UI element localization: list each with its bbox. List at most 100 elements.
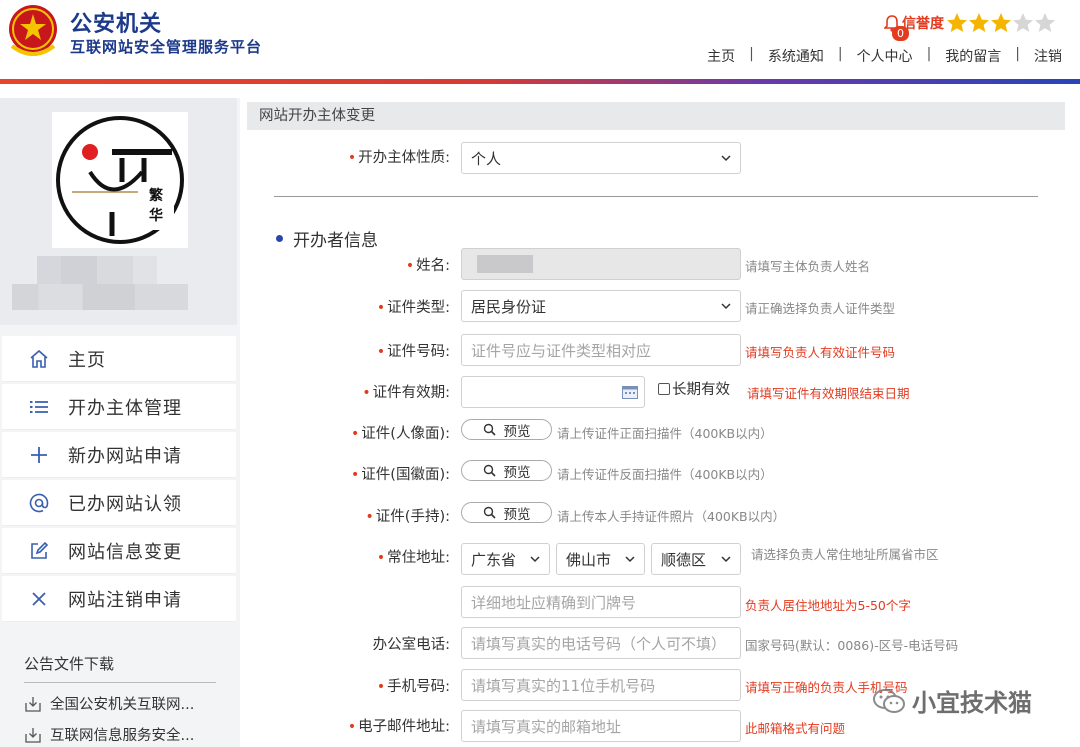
chevron-down-icon xyxy=(625,556,635,563)
id-back-label: • 证件(国徽面): xyxy=(351,467,450,483)
id-hand-hint: 请上传本人手持证件照片（400KB以内） xyxy=(557,509,786,524)
notification-badge: 0 xyxy=(892,26,909,41)
brand-subtitle: 互联网站安全管理服务平台 xyxy=(70,38,263,56)
search-icon xyxy=(483,506,496,519)
sidebar-item[interactable]: 主页 xyxy=(2,336,236,382)
id-front-preview-button[interactable]: 预览 xyxy=(461,419,552,440)
name-hint: 请填写主体负责人姓名 xyxy=(745,259,871,274)
download-label: 全国公安机关互联网... xyxy=(50,697,195,713)
chevron-down-icon xyxy=(721,556,731,563)
edit-icon xyxy=(27,541,51,561)
list-icon xyxy=(27,397,51,417)
blurred-username xyxy=(37,256,157,284)
id-back-preview-button[interactable]: 预览 xyxy=(461,460,552,481)
sidebar-item-label: 新办网站申请 xyxy=(68,445,182,467)
id-front-label: • 证件(人像面): xyxy=(351,426,450,442)
police-emblem-icon xyxy=(9,5,57,56)
id-number-input[interactable]: 证件号应与证件类型相对应 xyxy=(461,334,741,366)
home-icon xyxy=(27,349,51,369)
brand-title: 公安机关 xyxy=(70,12,163,37)
mobile-input[interactable]: 请填写真实的11位手机号码 xyxy=(461,669,741,701)
email-label: • 电子邮件地址: xyxy=(347,719,450,735)
sidebar-item-label: 开办主体管理 xyxy=(68,397,182,419)
sidebar-item[interactable]: 已办网站认领 xyxy=(2,480,236,526)
at-icon xyxy=(27,493,51,513)
blurred-user-info xyxy=(12,284,188,310)
name-label: • 姓名: xyxy=(405,258,450,274)
star-empty-icon xyxy=(1013,13,1033,32)
svg-text:华: 华 xyxy=(149,207,163,224)
sidebar-item-label: 网站信息变更 xyxy=(68,541,182,563)
address-detail-error: 负责人居住地地址为5-50个字 xyxy=(745,598,911,613)
sidebar-menu: 主页开办主体管理 新办网站申请已办网站认领网站信息变更 网站注销申请 xyxy=(2,336,236,624)
downloads-section: 公告文件下载 全国公安机关互联网... 互联网信息服务安全... xyxy=(24,653,216,745)
star-empty-icon xyxy=(1035,13,1055,32)
star-filled-icon xyxy=(969,13,989,32)
sidebar-item-label: 网站注销申请 xyxy=(68,589,182,611)
address-hint: 请选择负责人常住地址所属省市区 xyxy=(751,547,939,562)
svg-text:繁: 繁 xyxy=(148,187,164,204)
subject-type-label: • 开办主体性质: xyxy=(347,150,450,166)
nav-link[interactable]: 我的留言 xyxy=(945,46,1001,66)
star-filled-icon xyxy=(991,13,1011,32)
download-icon xyxy=(25,727,41,743)
id-front-hint: 请上传证件正面扫描件（400KB以内） xyxy=(557,426,773,441)
profile-card: 繁 华 xyxy=(0,98,237,325)
office-phone-input[interactable]: 请填写真实的电话号码（个人可不填） xyxy=(461,627,741,659)
id-hand-preview-button[interactable]: 预览 xyxy=(461,502,552,523)
section-title: 开办者信息 xyxy=(276,226,378,251)
downloads-title: 公告文件下载 xyxy=(24,653,216,683)
divider xyxy=(274,196,1038,197)
top-nav: 主页 | 系统通知 | 个人中心 | 我的留言 | 注销 xyxy=(707,46,1062,66)
long-term-checkbox[interactable]: 长期有效 xyxy=(658,378,730,399)
id-validity-label: • 证件有效期: xyxy=(362,385,450,401)
city-select[interactable]: 佛山市 xyxy=(556,543,645,575)
checkbox-icon[interactable] xyxy=(658,382,670,395)
rating-stars xyxy=(946,12,1056,34)
download-link[interactable]: 互联网信息服务安全... xyxy=(24,724,216,745)
sidebar-item[interactable]: 新办网站申请 xyxy=(2,432,236,478)
sidebar-item[interactable]: 网站注销申请 xyxy=(2,576,236,622)
id-number-error: 请填写负责人有效证件号码 xyxy=(745,345,896,360)
sidebar: 繁 华 主页开办主体管理 新办网站申请已办网站认领网站信息变更 网站注销申请 公告文… xyxy=(0,98,240,747)
header: 公安机关 互联网站安全管理服务平台 信誉度 0 主页 | 系统通知 | 个人中心 | 我的留… xyxy=(0,0,1080,80)
chevron-down-icon xyxy=(530,556,540,563)
id-validity-date-input[interactable] xyxy=(461,376,645,408)
plus-icon xyxy=(27,445,51,465)
chevron-down-icon xyxy=(721,303,731,310)
district-select[interactable]: 顺德区 xyxy=(651,543,741,575)
id-validity-error: 请填写证件有效期限结束日期 xyxy=(747,386,910,401)
nav-separator: | xyxy=(749,46,754,62)
province-select[interactable]: 广东省 xyxy=(461,543,550,575)
nav-link[interactable]: 注销 xyxy=(1034,46,1062,66)
download-link[interactable]: 全国公安机关互联网... xyxy=(24,693,216,714)
search-icon xyxy=(483,464,496,477)
id-hand-label: • 证件(手持): xyxy=(365,509,450,525)
panel-title: 网站开办主体变更 xyxy=(247,102,1065,130)
id-number-label: • 证件号码: xyxy=(376,344,450,360)
email-input[interactable]: 请填写真实的邮箱地址 xyxy=(461,710,741,742)
id-type-select[interactable]: 居民身份证 xyxy=(461,290,741,322)
nav-link[interactable]: 个人中心 xyxy=(857,46,913,66)
star-filled-icon xyxy=(947,13,967,32)
chevron-down-icon xyxy=(721,155,731,162)
office-phone-label: 办公室电话: xyxy=(372,637,450,653)
nav-link[interactable]: 系统通知 xyxy=(768,46,824,66)
close-icon xyxy=(27,589,51,609)
sidebar-item[interactable]: 网站信息变更 xyxy=(2,528,236,574)
id-back-hint: 请上传证件反面扫描件（400KB以内） xyxy=(557,467,773,482)
mobile-label: • 手机号码: xyxy=(376,679,450,695)
header-gradient-bar xyxy=(0,79,1080,84)
address-detail-input[interactable]: 详细地址应精确到门牌号 xyxy=(461,586,741,618)
search-icon xyxy=(483,423,496,436)
sidebar-item[interactable]: 开办主体管理 xyxy=(2,384,236,430)
nav-link[interactable]: 主页 xyxy=(707,46,735,66)
name-field[interactable] xyxy=(461,248,741,280)
avatar[interactable]: 繁 华 xyxy=(52,112,188,248)
form-area: • 开办主体性质: 个人 开办者信息 • 姓名: 请填写主体负责人姓名 • 证件类型:… xyxy=(247,130,1065,747)
calendar-icon[interactable] xyxy=(622,385,638,399)
id-type-label: • 证件类型: xyxy=(376,300,450,316)
nav-separator: | xyxy=(837,46,843,62)
watermark: 小宜技术猫 xyxy=(872,683,1032,718)
subject-type-select[interactable]: 个人 xyxy=(461,142,741,174)
